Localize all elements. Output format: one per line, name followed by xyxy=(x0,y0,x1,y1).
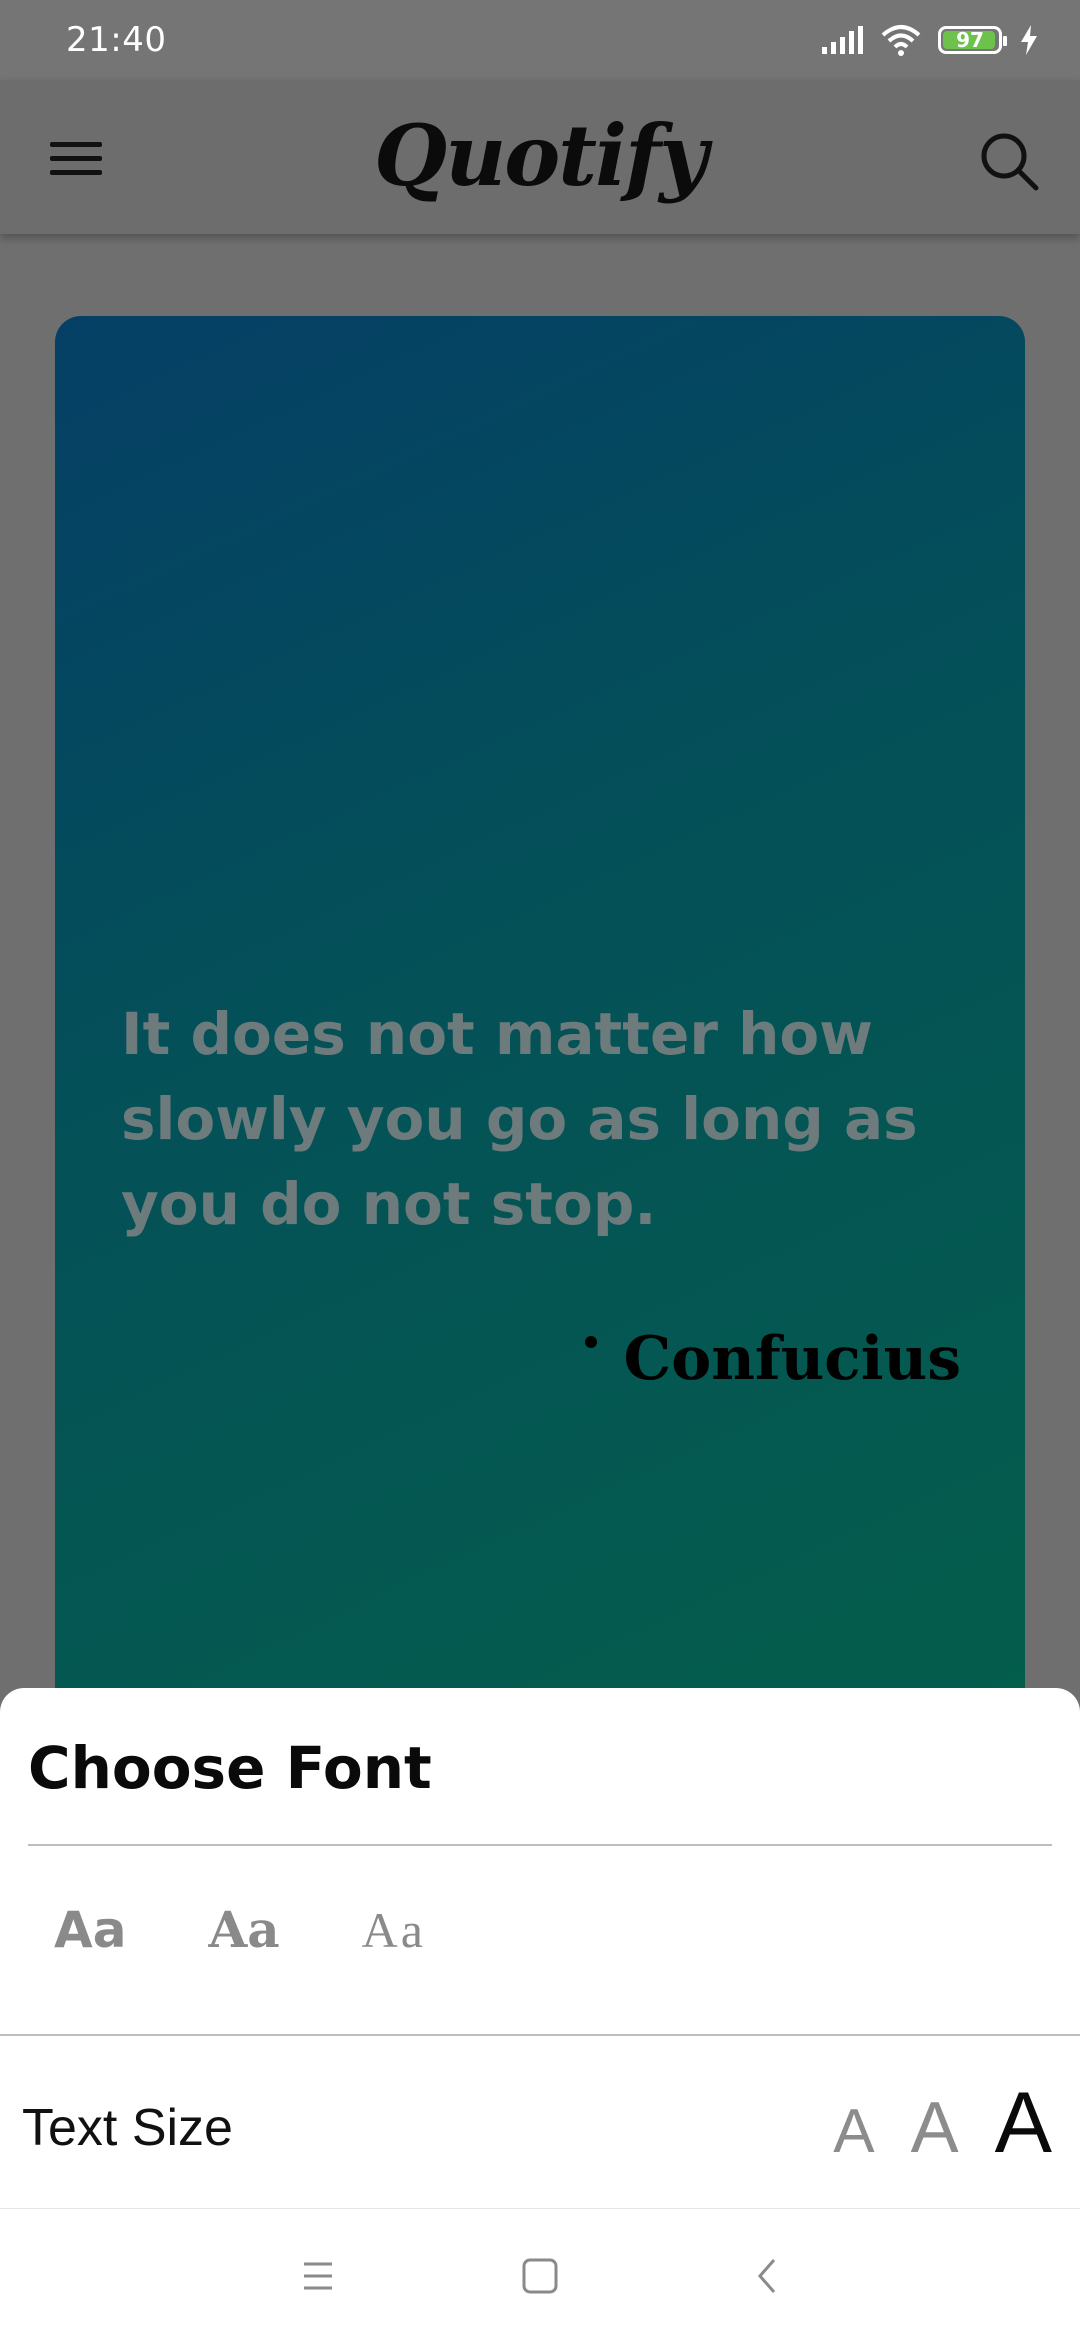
status-icons: 97 xyxy=(820,23,1040,57)
font-option-serif-light[interactable]: Aa xyxy=(362,1901,426,1959)
quote-card[interactable]: It does not matter how slowly you go as … xyxy=(55,316,1025,1716)
font-option-sans[interactable]: Aa xyxy=(54,1901,126,1959)
status-bar: 21:40 97 xyxy=(0,0,1080,80)
app-bar: Quotify xyxy=(0,80,1080,234)
status-time: 21:40 xyxy=(66,20,167,60)
home-icon[interactable] xyxy=(512,2248,568,2304)
back-icon[interactable] xyxy=(740,2248,796,2304)
charging-icon xyxy=(1021,25,1037,55)
font-option-serif-bold[interactable]: Aa xyxy=(208,1900,279,1959)
text-size-label: Text Size xyxy=(22,2099,233,2157)
wifi-icon xyxy=(881,25,921,56)
app-title: Quotify xyxy=(374,106,708,205)
divider xyxy=(28,1844,1052,1846)
text-size-medium-button[interactable]: A xyxy=(911,2087,959,2169)
system-nav-bar xyxy=(0,2212,1080,2340)
text-size-large-button[interactable]: A xyxy=(995,2074,1052,2173)
text-size-small-button[interactable]: A xyxy=(833,2096,874,2167)
author-bullet xyxy=(585,1336,598,1348)
battery-level: 97 xyxy=(956,28,984,52)
divider xyxy=(0,2208,1080,2209)
battery-icon: 97 xyxy=(938,26,1007,54)
sheet-title: Choose Font xyxy=(28,1734,432,1802)
recent-apps-icon[interactable] xyxy=(290,2248,346,2304)
text-size-options: A A A xyxy=(833,2074,1052,2173)
signal-icon xyxy=(822,26,863,54)
quote-author: Confucius xyxy=(623,1324,961,1394)
divider xyxy=(0,2034,1080,2036)
search-icon[interactable] xyxy=(974,126,1044,196)
font-options: Aa Aa Aa xyxy=(54,1900,508,1959)
quote-text: It does not matter how slowly you go as … xyxy=(121,1000,918,1238)
quote-author-row: Confucius xyxy=(585,1324,961,1394)
